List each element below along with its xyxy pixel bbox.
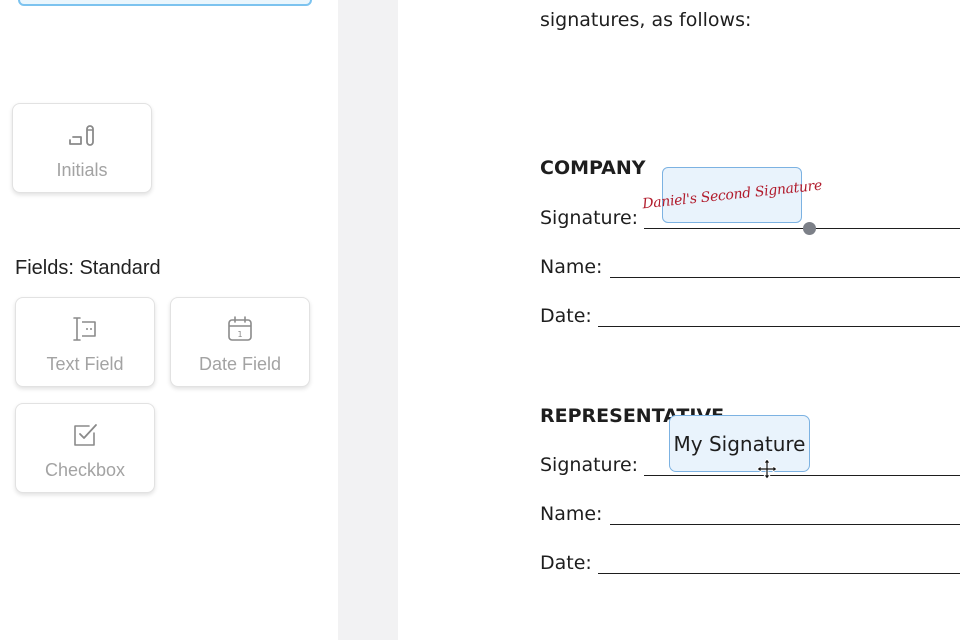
- signature-text: My Signature: [673, 431, 806, 456]
- fields-heading: Fields: Standard: [15, 257, 161, 279]
- placed-signature-representative[interactable]: My Signature: [669, 415, 810, 472]
- representative-signature-line[interactable]: [644, 475, 960, 476]
- resize-handle[interactable]: [803, 222, 816, 235]
- representative-name-label: Name:: [540, 503, 603, 525]
- checkbox-label: Checkbox: [44, 460, 126, 480]
- signature-image: Daniel's Second Signature: [641, 177, 823, 213]
- company-signature-label: Signature:: [540, 207, 639, 229]
- date-field-label: Date Field: [198, 354, 282, 374]
- move-cursor-icon: [756, 458, 778, 480]
- representative-signature-label: Signature:: [540, 454, 639, 476]
- company-name-label: Name:: [540, 256, 603, 278]
- fields-sidebar: Initials Fields: Standard Text Field 1 D…: [0, 0, 338, 640]
- representative-date-label: Date:: [540, 552, 592, 574]
- initials-icon: [69, 125, 94, 146]
- checkbox-field-button[interactable]: Checkbox: [15, 403, 155, 493]
- initials-label: Initials: [56, 160, 108, 180]
- checkbox-icon: [74, 424, 97, 446]
- document-gutter: [338, 0, 398, 640]
- svg-text:1: 1: [237, 330, 242, 339]
- document-page: [398, 0, 960, 640]
- initials-field-button[interactable]: Initials: [12, 103, 152, 193]
- text-field-label: Text Field: [46, 354, 124, 374]
- date-field-button[interactable]: 1 Date Field: [170, 297, 310, 387]
- company-date-label: Date:: [540, 305, 592, 327]
- selected-signature-card[interactable]: [18, 0, 312, 6]
- calendar-icon: 1: [228, 316, 252, 341]
- company-heading: COMPANY: [540, 157, 646, 179]
- company-date-line[interactable]: [598, 326, 960, 327]
- company-name-line[interactable]: [610, 277, 960, 278]
- company-signature-line[interactable]: [644, 228, 960, 229]
- document-intro-text: signatures, as follows:: [540, 9, 752, 31]
- representative-date-line[interactable]: [598, 573, 960, 574]
- placed-signature-company[interactable]: Daniel's Second Signature: [641, 167, 823, 223]
- representative-name-line[interactable]: [610, 524, 960, 525]
- text-field-icon: [73, 317, 96, 341]
- text-field-button[interactable]: Text Field: [15, 297, 155, 387]
